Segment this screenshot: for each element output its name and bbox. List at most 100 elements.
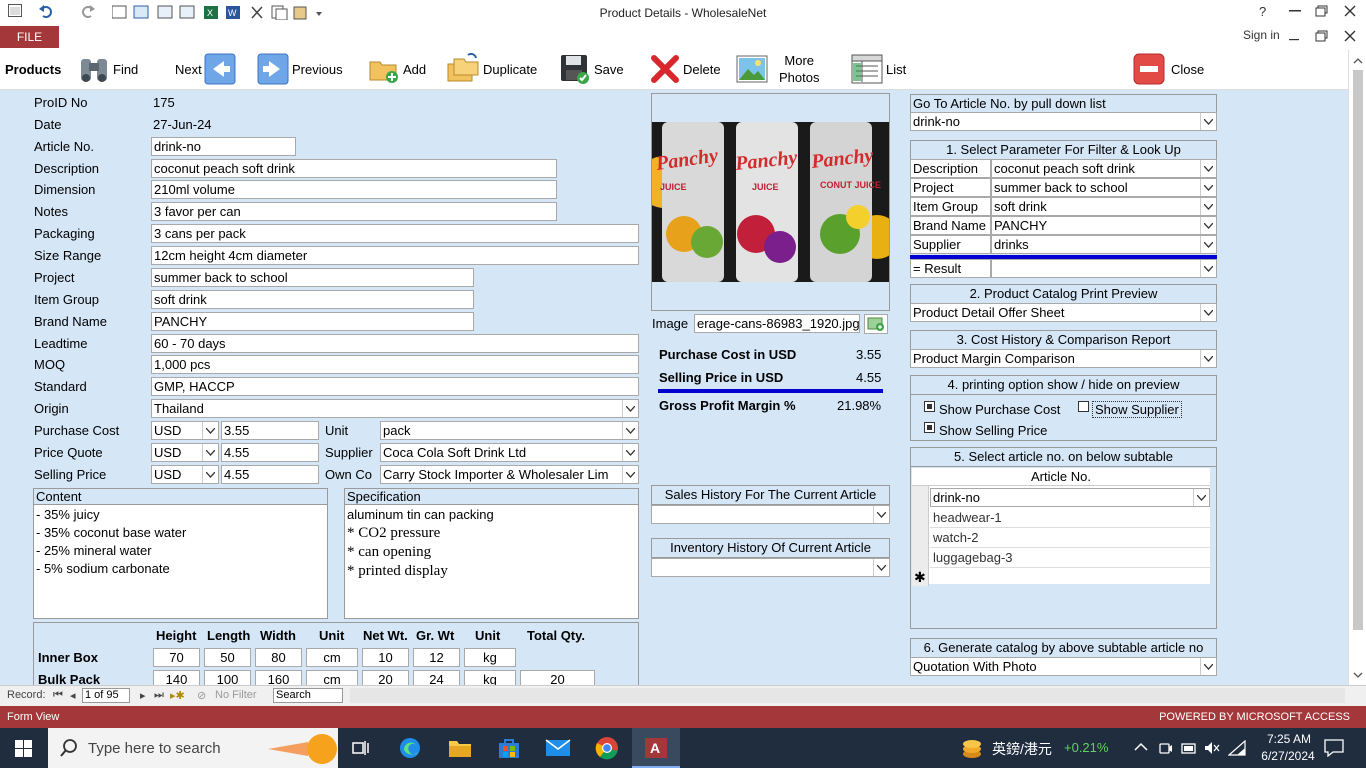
- new-record-icon[interactable]: ✱: [914, 569, 926, 586]
- project-field[interactable]: summer back to school: [151, 268, 474, 287]
- chevron-down-icon[interactable]: [1200, 160, 1216, 177]
- dimension-field[interactable]: 210ml volume: [151, 180, 557, 199]
- chevron-down-icon[interactable]: [1200, 198, 1216, 215]
- task-view-icon[interactable]: [352, 740, 370, 756]
- file-explorer-icon[interactable]: [448, 738, 472, 758]
- show-pcost-checkbox[interactable]: [924, 401, 935, 412]
- pcost-currency-dropdown[interactable]: USD: [151, 421, 219, 440]
- notes-field[interactable]: 3 favor per can: [151, 202, 557, 221]
- horizontal-scrollbar[interactable]: [350, 688, 1345, 703]
- filter-project-dropdown[interactable]: summer back to school: [991, 178, 1217, 197]
- add-button[interactable]: Add: [368, 48, 426, 90]
- minimize-icon[interactable]: [1288, 31, 1300, 46]
- bulk-height[interactable]: 140: [153, 670, 200, 685]
- inner-width[interactable]: 80: [255, 648, 302, 667]
- bulk-weight-unit[interactable]: kg: [464, 670, 516, 685]
- chevron-down-icon[interactable]: [1200, 236, 1216, 253]
- pquote-field[interactable]: 4.55: [221, 443, 319, 462]
- chevron-down-icon[interactable]: [202, 466, 218, 483]
- chevron-down-icon[interactable]: [622, 444, 638, 461]
- restore-icon[interactable]: [1315, 4, 1329, 20]
- chevron-down-icon[interactable]: [1200, 260, 1216, 277]
- packaging-field[interactable]: 3 cans per pack: [151, 224, 639, 243]
- next-button[interactable]: Next: [175, 48, 239, 90]
- windows-start-icon[interactable]: [15, 740, 33, 757]
- bulk-length[interactable]: 100: [204, 670, 251, 685]
- goto-dropdown[interactable]: drink-no: [910, 112, 1217, 131]
- chevron-down-icon[interactable]: [202, 422, 218, 439]
- inner-length[interactable]: 50: [204, 648, 251, 667]
- cost-report-dropdown[interactable]: Product Margin Comparison: [910, 349, 1217, 368]
- tray-expand-icon[interactable]: [1134, 742, 1148, 752]
- clock-time[interactable]: 7:25 AM: [1258, 732, 1320, 746]
- sprice-field[interactable]: 4.55: [221, 465, 319, 484]
- article-field[interactable]: drink-no: [151, 137, 296, 156]
- help-button[interactable]: ?: [1259, 4, 1266, 19]
- sign-in-link[interactable]: Sign in: [1243, 28, 1280, 42]
- chevron-down-icon[interactable]: [622, 400, 638, 417]
- bulk-total-qty[interactable]: 20: [520, 670, 595, 685]
- show-supplier-checkbox[interactable]: [1078, 401, 1089, 412]
- inventory-history-dropdown[interactable]: [651, 558, 890, 577]
- no-filter-label[interactable]: No Filter: [215, 689, 257, 701]
- standard-field[interactable]: GMP, HACCP: [151, 377, 639, 396]
- size-field[interactable]: 12cm height 4cm diameter: [151, 246, 639, 265]
- list-button[interactable]: List: [851, 48, 906, 90]
- chevron-down-icon[interactable]: [1200, 179, 1216, 196]
- chevron-down-icon[interactable]: [1200, 304, 1216, 321]
- subtable-row-3[interactable]: watch-2: [930, 528, 1210, 548]
- content-box[interactable]: Content - 35% juicy - 35% coconut base w…: [33, 488, 328, 619]
- bulk-unit[interactable]: cm: [306, 670, 358, 685]
- wifi-icon[interactable]: [1228, 740, 1246, 756]
- no-filter-icon[interactable]: ⊘: [197, 689, 206, 702]
- notifications-icon[interactable]: [1324, 739, 1344, 757]
- previous-button[interactable]: Previous: [257, 48, 343, 90]
- clock-date[interactable]: 6/27/2024: [1252, 749, 1324, 763]
- image-browse-button[interactable]: [864, 314, 888, 334]
- chevron-down-icon[interactable]: [1200, 217, 1216, 234]
- leadtime-field[interactable]: 60 - 70 days: [151, 334, 639, 353]
- mail-icon[interactable]: [545, 739, 571, 757]
- product-image-frame[interactable]: Panchy Panchy Panchy JUICE JUICE CONUT J…: [651, 93, 890, 311]
- chevron-down-icon[interactable]: [622, 422, 638, 439]
- generate-dropdown[interactable]: Quotation With Photo: [910, 657, 1217, 676]
- filter-description-dropdown[interactable]: coconut peach soft drink: [991, 159, 1217, 178]
- chevron-down-icon[interactable]: [1200, 658, 1216, 675]
- supplier-dropdown[interactable]: Coca Cola Soft Drink Ltd: [380, 443, 639, 462]
- subtable-row-1-dropdown[interactable]: drink-no: [930, 488, 1210, 507]
- chevron-down-icon[interactable]: [1200, 350, 1216, 367]
- edge-icon[interactable]: [398, 737, 422, 759]
- chevron-down-icon[interactable]: [1193, 489, 1209, 506]
- chrome-icon[interactable]: [595, 736, 619, 760]
- filter-supplier-dropdown[interactable]: drinks: [991, 235, 1217, 254]
- bulk-net-wt[interactable]: 20: [362, 670, 409, 685]
- first-record-button[interactable]: ⏮: [53, 689, 63, 702]
- battery-icon[interactable]: [1181, 740, 1197, 756]
- store-icon[interactable]: [497, 737, 521, 759]
- access-taskbar-button[interactable]: A: [632, 728, 680, 768]
- pcost-field[interactable]: 3.55: [221, 421, 319, 440]
- specification-box[interactable]: Specification aluminum tin can packing *…: [344, 488, 639, 619]
- description-field[interactable]: coconut peach soft drink: [151, 159, 557, 178]
- currency-pair[interactable]: 英鎊/港元: [992, 739, 1052, 759]
- new-record-button[interactable]: ▸✱: [170, 689, 185, 702]
- inner-net-wt[interactable]: 10: [362, 648, 409, 667]
- ribbon-display-icon[interactable]: [1288, 4, 1302, 20]
- subtable-row-4[interactable]: luggagebag-3: [930, 548, 1210, 568]
- brand-field[interactable]: PANCHY: [151, 312, 474, 331]
- inner-weight-unit[interactable]: kg: [464, 648, 516, 667]
- bulk-width[interactable]: 160: [255, 670, 302, 685]
- filter-itemgroup-dropdown[interactable]: soft drink: [991, 197, 1217, 216]
- next-record-button[interactable]: ▸: [140, 689, 146, 702]
- sales-history-dropdown[interactable]: [651, 505, 890, 524]
- chevron-down-icon[interactable]: [873, 506, 889, 523]
- record-search-input[interactable]: Search: [273, 688, 343, 703]
- inner-gross-wt[interactable]: 12: [413, 648, 460, 667]
- pquote-currency-dropdown[interactable]: USD: [151, 443, 219, 462]
- chevron-down-icon[interactable]: [1200, 113, 1216, 130]
- taskbar-search[interactable]: Type here to search: [48, 728, 338, 768]
- find-button[interactable]: Find: [78, 48, 138, 90]
- meet-now-icon[interactable]: [1158, 740, 1172, 756]
- unit-dropdown[interactable]: pack: [380, 421, 639, 440]
- save-button[interactable]: Save: [559, 48, 624, 90]
